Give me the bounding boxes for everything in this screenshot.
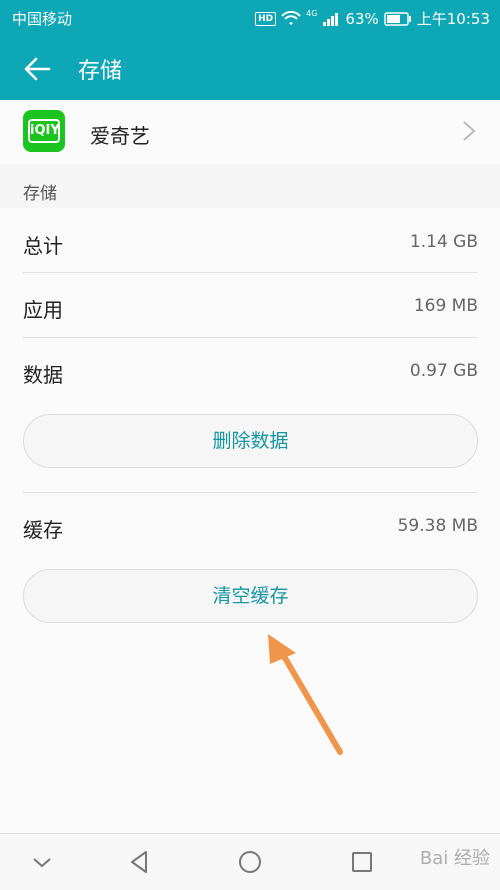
signal-icon [323,12,339,26]
row-value: 59.38 MB [397,516,478,536]
row-label: 应用 [23,298,63,322]
network-type-label: 4G [306,9,318,18]
page-title: 存储 [78,59,123,84]
chevron-right-icon [463,121,476,141]
row-label: 总计 [23,234,63,258]
clear-cache-button[interactable]: 清空缓存 [23,569,478,623]
battery-icon [384,11,411,26]
cache-row: 缓存 59.38 MB [23,494,478,558]
row-label: 数据 [23,363,63,387]
hd-icon: HD [255,11,277,26]
home-circle-icon[interactable] [236,848,264,876]
app-info-row[interactable]: iQIY 爱奇艺 [0,100,500,164]
back-triangle-icon[interactable] [126,848,154,876]
watermark-text: Bai 经验 [419,848,490,869]
row-value: 1.14 GB [409,232,478,252]
delete-data-button[interactable]: 删除数据 [23,414,478,468]
divider [23,492,478,493]
status-icons: HD 4G 63% 上午10:53 [255,8,490,29]
divider [23,337,478,338]
storage-row-data: 数据 0.97 GB [23,339,478,403]
row-value: 169 MB [413,296,478,316]
storage-row-total: 总计 1.14 GB [23,210,478,274]
storage-row-app: 应用 169 MB [23,274,478,338]
carrier-name: 中国移动 [12,10,73,28]
wifi-icon [281,10,301,25]
battery-percent: 63% [345,9,379,28]
iqiyi-logo-icon: iQIY [23,110,65,152]
app-logo-text: iQIY [28,119,60,143]
chevron-down-icon[interactable] [28,848,56,876]
app-bar: 存储 [0,36,500,100]
status-bar: 中国移动 HD 4G 63% 上午10:53 [0,0,500,36]
section-header-storage: 存储 [23,184,57,204]
recents-square-icon[interactable] [348,848,376,876]
row-value: 0.97 GB [409,361,478,381]
clock: 上午10:53 [416,10,490,28]
back-arrow-icon[interactable] [22,54,52,84]
row-label: 缓存 [23,518,63,542]
app-name: 爱奇艺 [90,124,150,148]
divider [23,272,478,273]
